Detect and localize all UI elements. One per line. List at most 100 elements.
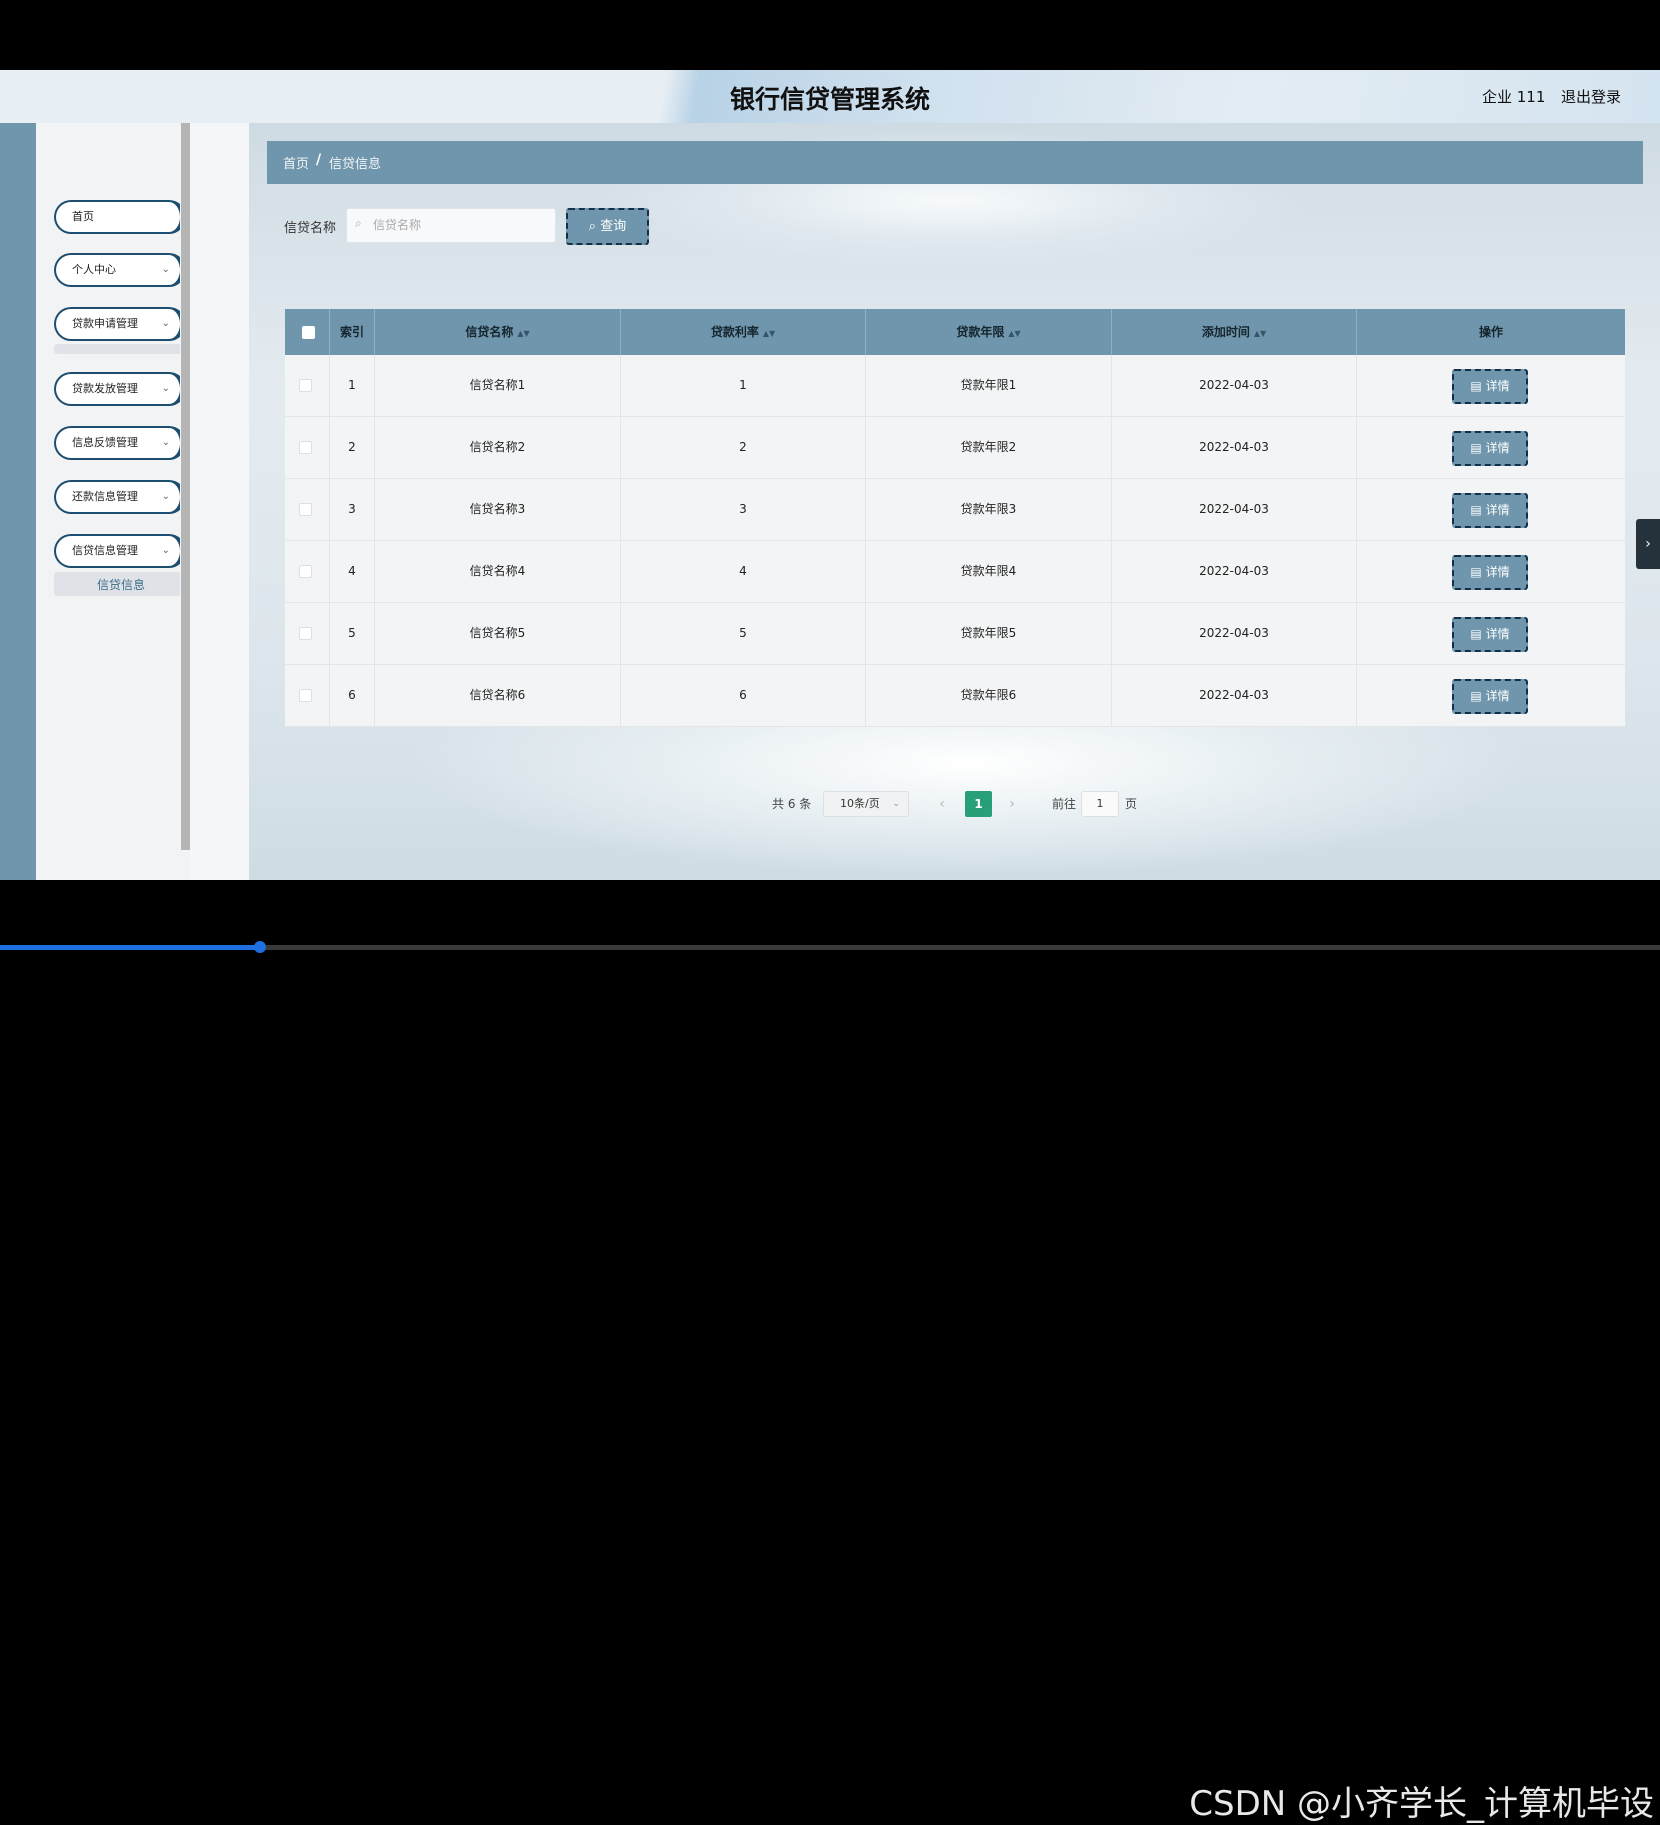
cell-date: 2022-04-03 [1112,541,1357,602]
table-header: 索引 信贷名称 ▲▼ 贷款利率 ▲▼ 贷款年限 ▲▼ 添加时间 ▲▼ 操作 [285,309,1625,355]
sort-icon[interactable]: ▲▼ [763,329,775,338]
document-icon: ▤ [1470,627,1486,641]
sidebar: 首页 个人中心 ⌄ 贷款申请管理 ⌄ 贷款发放管理 ⌄ 信息反馈管理 ⌄ 还款信… [36,123,188,880]
sidebar-item-label: 个人中心 [72,263,116,276]
row-checkbox[interactable] [299,503,312,516]
sidebar-item-loan-application[interactable]: 贷款申请管理 ⌄ [54,307,186,341]
detail-button[interactable]: ▤ 详情 [1452,431,1528,466]
cell-date: 2022-04-03 [1112,417,1357,478]
column-header-term[interactable]: 贷款年限 ▲▼ [866,309,1112,355]
cell-rate: 4 [621,541,866,602]
select-all-cell [285,309,330,355]
sidebar-item-label: 还款信息管理 [72,490,138,503]
row-checkbox[interactable] [299,689,312,702]
breadcrumb: 首页 / 信贷信息 [267,141,1643,184]
sidebar-item-credit-info-management[interactable]: 信贷信息管理 ⌄ [54,534,186,568]
sidebar-item-loan-disbursement[interactable]: 贷款发放管理 ⌄ [54,372,186,406]
cell-date: 2022-04-03 [1112,355,1357,416]
column-header-rate[interactable]: 贷款利率 ▲▼ [621,309,866,355]
sidebar-scrollbar-thumb[interactable] [181,123,190,850]
search-label: 信贷名称 [284,221,337,236]
cell-term: 贷款年限4 [866,541,1112,602]
sidebar-item-feedback[interactable]: 信息反馈管理 ⌄ [54,426,186,460]
cell-index: 3 [330,479,375,540]
current-page-button[interactable]: 1 [965,791,992,817]
cell-actions: ▤ 详情 [1357,665,1625,726]
detail-button[interactable]: ▤ 详情 [1452,679,1528,714]
detail-button-label: 详情 [1485,379,1510,393]
content-gutter [190,123,249,880]
sidebar-subitem-credit-info[interactable]: 信贷信息 [54,572,188,596]
page-size-select[interactable]: 10条/页 ⌄ [823,791,909,817]
sort-icon[interactable]: ▲▼ [1008,329,1020,338]
sort-icon[interactable]: ▲▼ [517,329,529,338]
chevron-right-icon[interactable]: › [1636,519,1660,569]
pagination-total: 共 6 条 [772,797,812,811]
row-checkbox[interactable] [299,379,312,392]
row-select-cell [285,665,330,726]
cell-date: 2022-04-03 [1112,665,1357,726]
logout-link[interactable]: 退出登录 [1561,86,1621,107]
sort-icon[interactable]: ▲▼ [1254,329,1266,338]
cell-term: 贷款年限5 [866,603,1112,664]
cell-index: 1 [330,355,375,416]
cell-index: 2 [330,417,375,478]
cell-index: 5 [330,603,375,664]
row-checkbox[interactable] [299,565,312,578]
app-window: 银行信贷管理系统 企业 111 退出登录 首页 个人中心 ⌄ 贷款申请管理 ⌄ … [0,70,1660,880]
cell-actions: ▤ 详情 [1357,417,1625,478]
breadcrumb-current: 信贷信息 [329,157,382,172]
sidebar-item-personal-center[interactable]: 个人中心 ⌄ [54,253,186,287]
chevron-down-icon: ⌄ [161,545,170,556]
search-input[interactable]: 信贷名称 [346,208,556,243]
sidebar-item-label: 贷款申请管理 [72,317,138,330]
search-button-label: 查询 [600,219,627,234]
breadcrumb-home[interactable]: 首页 [283,153,309,172]
video-bottom-letterbox: CSDN @小齐学长_计算机毕设 [0,880,1660,1824]
sidebar-item-label: 首页 [72,210,94,223]
cell-rate: 5 [621,603,866,664]
prev-page-button[interactable]: ‹ [932,791,952,817]
table-row: 1 信贷名称1 1 贷款年限1 2022-04-03 ▤ 详情 [285,355,1625,417]
row-checkbox[interactable] [299,627,312,640]
table-row: 3 信贷名称3 3 贷款年限3 2022-04-03 ▤ 详情 [285,479,1625,541]
cell-name: 信贷名称3 [375,479,621,540]
chevron-down-icon: ⌄ [161,318,170,329]
sidebar-item-home[interactable]: 首页 [54,200,186,234]
detail-button[interactable]: ▤ 详情 [1452,369,1528,404]
cell-index: 4 [330,541,375,602]
document-icon: ▤ [1470,689,1486,703]
column-header-name[interactable]: 信贷名称 ▲▼ [375,309,621,355]
detail-button-label: 详情 [1485,689,1510,703]
detail-button[interactable]: ▤ 详情 [1452,555,1528,590]
select-all-checkbox[interactable] [302,326,315,339]
video-progress-handle[interactable] [254,941,266,953]
detail-button[interactable]: ▤ 详情 [1452,617,1528,652]
chevron-down-icon: ⌄ [161,491,170,502]
watermark: CSDN @小齐学长_计算机毕设 [1189,1784,1654,1824]
chevron-down-icon: ⌄ [161,264,170,275]
next-page-button[interactable]: › [1002,791,1022,817]
row-select-cell [285,603,330,664]
goto-page-input[interactable]: 1 [1081,791,1119,817]
cell-date: 2022-04-03 [1112,603,1357,664]
column-header-date[interactable]: 添加时间 ▲▼ [1112,309,1357,355]
app-header: 银行信贷管理系统 企业 111 退出登录 [0,70,1660,123]
cell-term: 贷款年限2 [866,417,1112,478]
row-checkbox[interactable] [299,441,312,454]
chevron-down-icon: ⌄ [161,383,170,394]
column-header-actions: 操作 [1478,325,1503,339]
main-content: 首页 / 信贷信息 信贷名称 信贷名称 ⌕ ⌕ 查询 索引 信贷名称 ▲▼ 贷款利… [249,123,1660,880]
cell-name: 信贷名称1 [375,355,621,416]
cell-rate: 2 [621,417,866,478]
sidebar-item-repayment[interactable]: 还款信息管理 ⌄ [54,480,186,514]
detail-button-label: 详情 [1485,565,1510,579]
detail-button[interactable]: ▤ 详情 [1452,493,1528,528]
cell-index: 6 [330,665,375,726]
row-select-cell [285,541,330,602]
search-button[interactable]: ⌕ 查询 [566,208,649,245]
column-header-index: 索引 [330,309,375,355]
search-icon: ⌕ [588,219,601,234]
cell-term: 贷款年限1 [866,355,1112,416]
sidebar-item-label: 信息反馈管理 [72,436,138,449]
